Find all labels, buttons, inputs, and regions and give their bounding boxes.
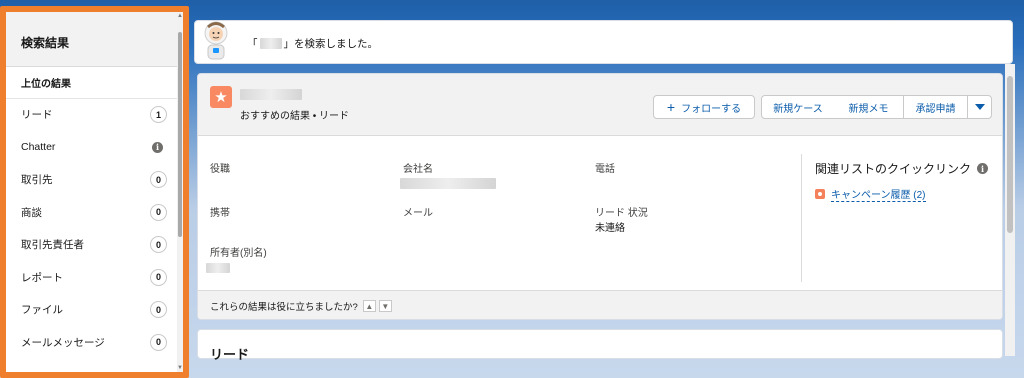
scroll-up-icon[interactable]: ▲ bbox=[177, 12, 183, 20]
sidebar-item-files[interactable]: ファイル 0 bbox=[6, 294, 177, 327]
campaign-icon bbox=[815, 189, 825, 199]
record-subtitle: おすすめの結果 • リード bbox=[240, 111, 350, 122]
quick-links-label: 関連リストのクイックリンク bbox=[815, 162, 972, 176]
info-icon[interactable]: i bbox=[977, 163, 989, 174]
sidebar-item-contacts[interactable]: 取引先責任者 0 bbox=[6, 229, 177, 262]
search-banner: 「 」を検索しました。 bbox=[194, 20, 1013, 64]
count-badge: 1 bbox=[150, 106, 167, 124]
sidebar-item-label: 上位の結果 bbox=[21, 79, 71, 90]
info-icon: i bbox=[152, 141, 163, 153]
column-divider bbox=[801, 154, 802, 282]
redacted-company-value bbox=[400, 178, 496, 189]
sidebar-item-opportunities[interactable]: 商談 0 bbox=[6, 197, 177, 230]
search-message-suffix: 」を検索しました。 bbox=[283, 38, 379, 50]
redacted-owner-value bbox=[206, 263, 230, 273]
sidebar-item-email-messages[interactable]: メールメッセージ 0 bbox=[6, 327, 177, 360]
record-header: ★ おすすめの結果 • リード + フォローする 新規ケース 新規メモ 承認申請 bbox=[198, 74, 1002, 136]
count-badge: 0 bbox=[150, 171, 167, 189]
sidebar-title: 検索結果 bbox=[6, 12, 177, 67]
leads-section-card: リード bbox=[197, 329, 1003, 362]
quote-open: 「 bbox=[247, 38, 258, 50]
more-actions-button[interactable] bbox=[967, 95, 992, 119]
plus-icon: + bbox=[666, 99, 676, 115]
sidebar-scroll-thumb[interactable] bbox=[178, 32, 182, 237]
sidebar-item-label: Chatter bbox=[21, 141, 56, 154]
mobile-label: 携帯 bbox=[210, 208, 230, 219]
submit-approval-button[interactable]: 承認申請 bbox=[903, 95, 968, 119]
redacted-record-name[interactable] bbox=[240, 89, 302, 100]
sidebar-item-accounts[interactable]: 取引先 0 bbox=[6, 164, 177, 197]
sidebar-item-label: 取引先 bbox=[21, 174, 53, 187]
email-label: メール bbox=[403, 208, 433, 219]
count-badge: 0 bbox=[150, 203, 167, 221]
count-badge: 0 bbox=[150, 301, 167, 319]
main-scrollbar[interactable] bbox=[1005, 64, 1015, 356]
sidebar-item-label: レポート bbox=[21, 271, 63, 284]
company-label: 会社名 bbox=[403, 164, 433, 175]
thumbs-down-icon[interactable]: ▼ bbox=[378, 300, 392, 312]
search-results-sidebar-frame: 検索結果 上位の結果 リード 1 Chatter i 取引先 0 商談 0 取引… bbox=[0, 6, 189, 378]
count-badge: 0 bbox=[150, 268, 167, 286]
lead-icon: ★ bbox=[210, 86, 232, 108]
astro-mascot-icon bbox=[204, 21, 228, 60]
feedback-question: これらの結果は役に立ちましたか? bbox=[210, 302, 358, 313]
feedback-bar: これらの結果は役に立ちましたか? ▲ ▼ bbox=[198, 290, 1002, 319]
lead-status-value: 未連絡 bbox=[595, 223, 625, 234]
top-result-card: ★ おすすめの結果 • リード + フォローする 新規ケース 新規メモ 承認申請… bbox=[197, 73, 1003, 320]
follow-button[interactable]: + フォローする bbox=[653, 95, 755, 119]
redacted-search-term bbox=[259, 38, 282, 49]
main-scroll-thumb[interactable] bbox=[1007, 76, 1013, 233]
sidebar-item-leads[interactable]: リード 1 bbox=[6, 99, 177, 132]
sidebar-item-label: 取引先責任者 bbox=[21, 239, 84, 252]
lead-status-label: リード 状況 bbox=[595, 208, 648, 219]
scroll-down-icon[interactable]: ▼ bbox=[177, 364, 183, 372]
new-case-button[interactable]: 新規ケース bbox=[761, 95, 835, 119]
sidebar-item-label: 商談 bbox=[21, 206, 42, 219]
count-badge: 0 bbox=[150, 333, 167, 351]
caret-down-icon bbox=[974, 104, 985, 110]
campaign-history-link[interactable]: キャンペーン履歴 (2) bbox=[815, 186, 926, 202]
sidebar-scrollbar[interactable]: ▲ ▼ bbox=[177, 12, 183, 372]
search-message: 「 」を検索しました。 bbox=[247, 36, 378, 51]
sidebar-item-label: リード bbox=[21, 109, 53, 122]
follow-label: フォローする bbox=[681, 103, 742, 115]
search-results-sidebar: 検索結果 上位の結果 リード 1 Chatter i 取引先 0 商談 0 取引… bbox=[6, 12, 177, 372]
new-note-button[interactable]: 新規メモ bbox=[834, 95, 904, 119]
owner-alias-label: 所有者(別名) bbox=[210, 248, 267, 259]
sidebar-item-reports[interactable]: レポート 0 bbox=[6, 262, 177, 295]
leads-section-title: リード bbox=[210, 347, 250, 362]
quick-links-title: 関連リストのクイックリンク i bbox=[815, 160, 992, 177]
campaign-history-label: キャンペーン履歴 (2) bbox=[831, 186, 926, 202]
count-badge: 0 bbox=[150, 236, 167, 254]
thumbs-up-icon[interactable]: ▲ bbox=[362, 300, 376, 312]
phone-label: 電話 bbox=[595, 164, 615, 175]
title-label: 役職 bbox=[210, 164, 230, 175]
sidebar-item-chatter[interactable]: Chatter i bbox=[6, 132, 177, 165]
sidebar-item-top-results[interactable]: 上位の結果 bbox=[6, 67, 177, 99]
sidebar-item-label: ファイル bbox=[21, 304, 63, 317]
sidebar-item-label: メールメッセージ bbox=[21, 336, 105, 349]
